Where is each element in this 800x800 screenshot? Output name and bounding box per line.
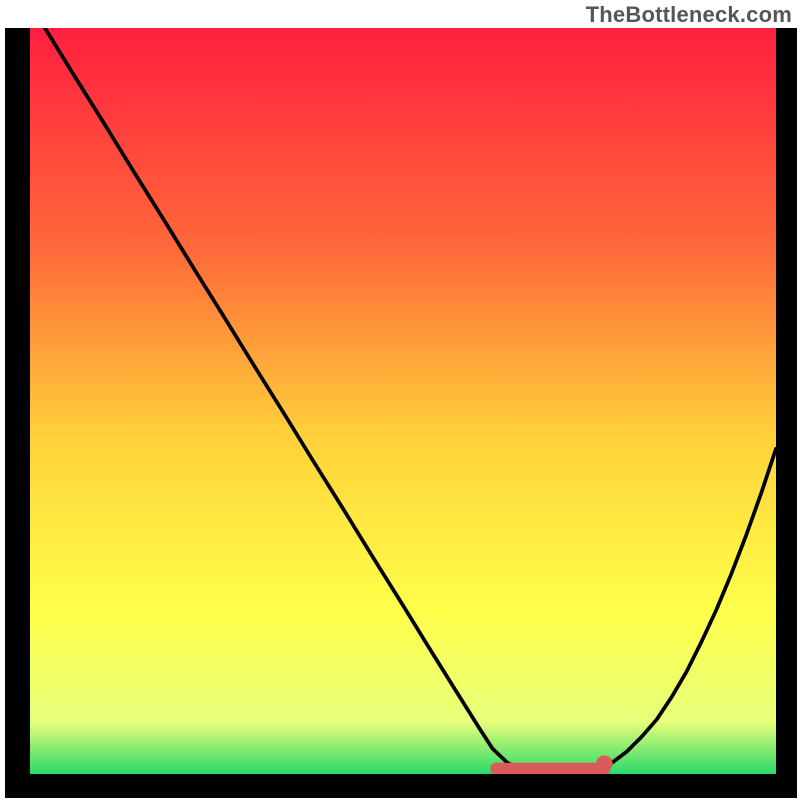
plot-area (30, 28, 776, 774)
plot-frame (5, 28, 797, 798)
bottleneck-curve (30, 28, 776, 774)
attribution-text: TheBottleneck.com (586, 2, 792, 28)
end-marker-dot (596, 755, 612, 771)
chart-container: TheBottleneck.com (0, 0, 800, 800)
curve-line (45, 28, 776, 774)
